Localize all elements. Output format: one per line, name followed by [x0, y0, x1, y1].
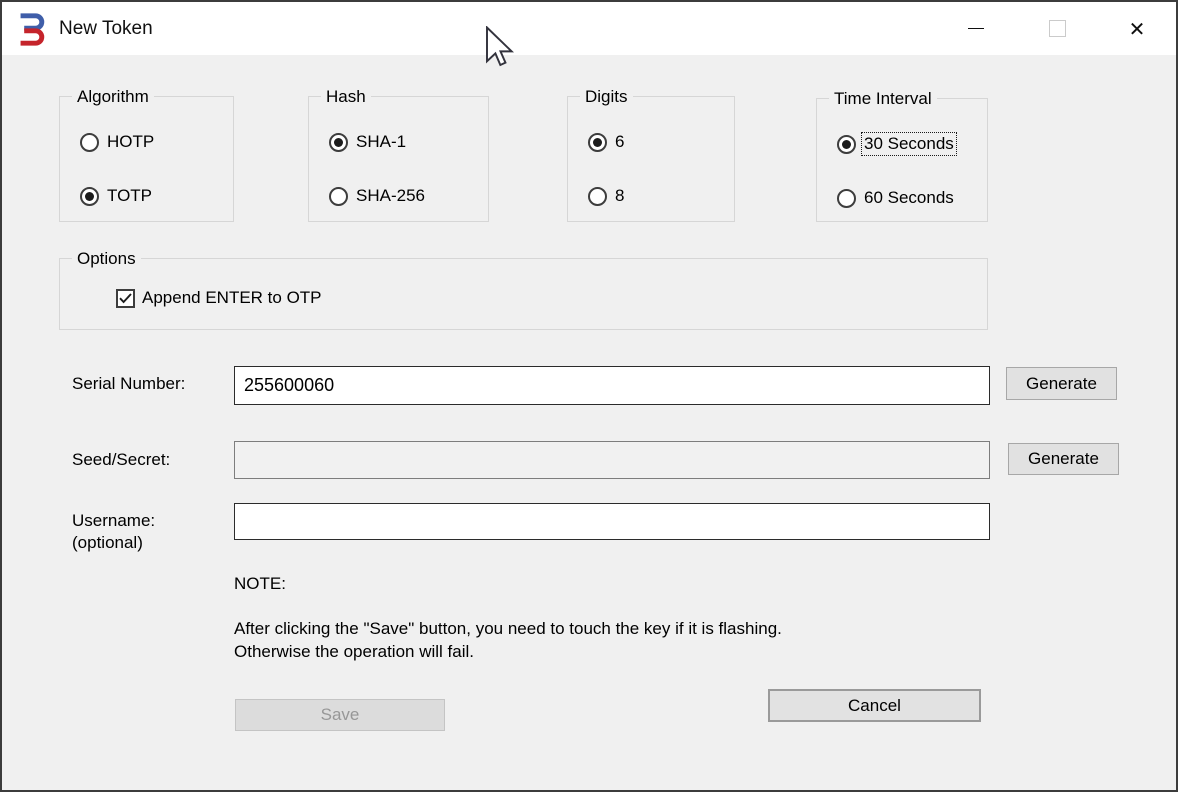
algorithm-group: Algorithm HOTP TOTP [59, 96, 234, 222]
seed-secret-input [234, 441, 990, 479]
radio-icon-hotp[interactable] [80, 133, 99, 152]
radio-icon-6-digits[interactable] [588, 133, 607, 152]
radio-icon-totp[interactable] [80, 187, 99, 206]
time-interval-group-label: Time Interval [829, 89, 937, 109]
radio-label-8-digits[interactable]: 8 [613, 185, 626, 207]
radio-option-30-seconds[interactable]: 30 Seconds [837, 133, 956, 155]
maximize-button[interactable] [1034, 2, 1080, 55]
minimize-icon [968, 28, 984, 29]
note-heading: NOTE: [234, 574, 286, 594]
username-label: Username: [72, 511, 155, 531]
note-text-line2: Otherwise the operation will fail. [234, 642, 474, 662]
app-logo-icon [16, 11, 47, 53]
radio-label-30-seconds[interactable]: 30 Seconds [862, 133, 956, 155]
radio-option-hotp[interactable]: HOTP [80, 131, 156, 153]
radio-option-sha256[interactable]: SHA-256 [329, 185, 427, 207]
radio-icon-30-seconds[interactable] [837, 135, 856, 154]
append-enter-label[interactable]: Append ENTER to OTP [142, 288, 322, 308]
serial-number-label: Serial Number: [72, 374, 185, 394]
minimize-button[interactable] [953, 2, 999, 55]
note-text-line1: After clicking the "Save" button, you ne… [234, 619, 782, 639]
options-group-label: Options [72, 249, 141, 269]
serial-number-input[interactable] [234, 366, 990, 405]
username-input[interactable] [234, 503, 990, 540]
seed-generate-button[interactable]: Generate [1008, 443, 1119, 475]
hash-group: Hash SHA-1 SHA-256 [308, 96, 489, 222]
username-optional-label: (optional) [72, 533, 143, 553]
radio-label-sha256[interactable]: SHA-256 [354, 185, 427, 207]
maximize-icon [1049, 20, 1066, 37]
radio-option-8-digits[interactable]: 8 [588, 185, 626, 207]
radio-icon-8-digits[interactable] [588, 187, 607, 206]
hash-group-label: Hash [321, 87, 371, 107]
save-button[interactable]: Save [235, 699, 445, 731]
radio-icon-sha256[interactable] [329, 187, 348, 206]
radio-option-sha1[interactable]: SHA-1 [329, 131, 408, 153]
time-interval-group: Time Interval 30 Seconds 60 Seconds [816, 98, 988, 222]
radio-label-6-digits[interactable]: 6 [613, 131, 626, 153]
digits-group-label: Digits [580, 87, 633, 107]
append-enter-checkbox[interactable] [116, 289, 135, 308]
digits-group: Digits 6 8 [567, 96, 735, 222]
radio-label-hotp[interactable]: HOTP [105, 131, 156, 153]
radio-label-totp[interactable]: TOTP [105, 185, 154, 207]
radio-option-60-seconds[interactable]: 60 Seconds [837, 187, 956, 209]
radio-label-60-seconds[interactable]: 60 Seconds [862, 187, 956, 209]
radio-label-sha1[interactable]: SHA-1 [354, 131, 408, 153]
seed-secret-label: Seed/Secret: [72, 450, 170, 470]
radio-icon-60-seconds[interactable] [837, 189, 856, 208]
close-button[interactable]: ✕ [1114, 2, 1160, 55]
options-group: Options Append ENTER to OTP [59, 258, 988, 330]
checkmark-icon [119, 293, 132, 304]
cancel-button[interactable]: Cancel [768, 689, 981, 722]
radio-option-totp[interactable]: TOTP [80, 185, 154, 207]
window-title: New Token [59, 18, 153, 40]
radio-icon-sha1[interactable] [329, 133, 348, 152]
close-icon: ✕ [1129, 19, 1146, 39]
title-bar[interactable]: New Token ✕ [2, 2, 1176, 55]
append-enter-option[interactable]: Append ENTER to OTP [116, 287, 322, 309]
algorithm-group-label: Algorithm [72, 87, 154, 107]
serial-generate-button[interactable]: Generate [1006, 367, 1117, 400]
radio-option-6-digits[interactable]: 6 [588, 131, 626, 153]
new-token-dialog: New Token ✕ Algorithm HOTP TOTP Hash [0, 0, 1178, 792]
